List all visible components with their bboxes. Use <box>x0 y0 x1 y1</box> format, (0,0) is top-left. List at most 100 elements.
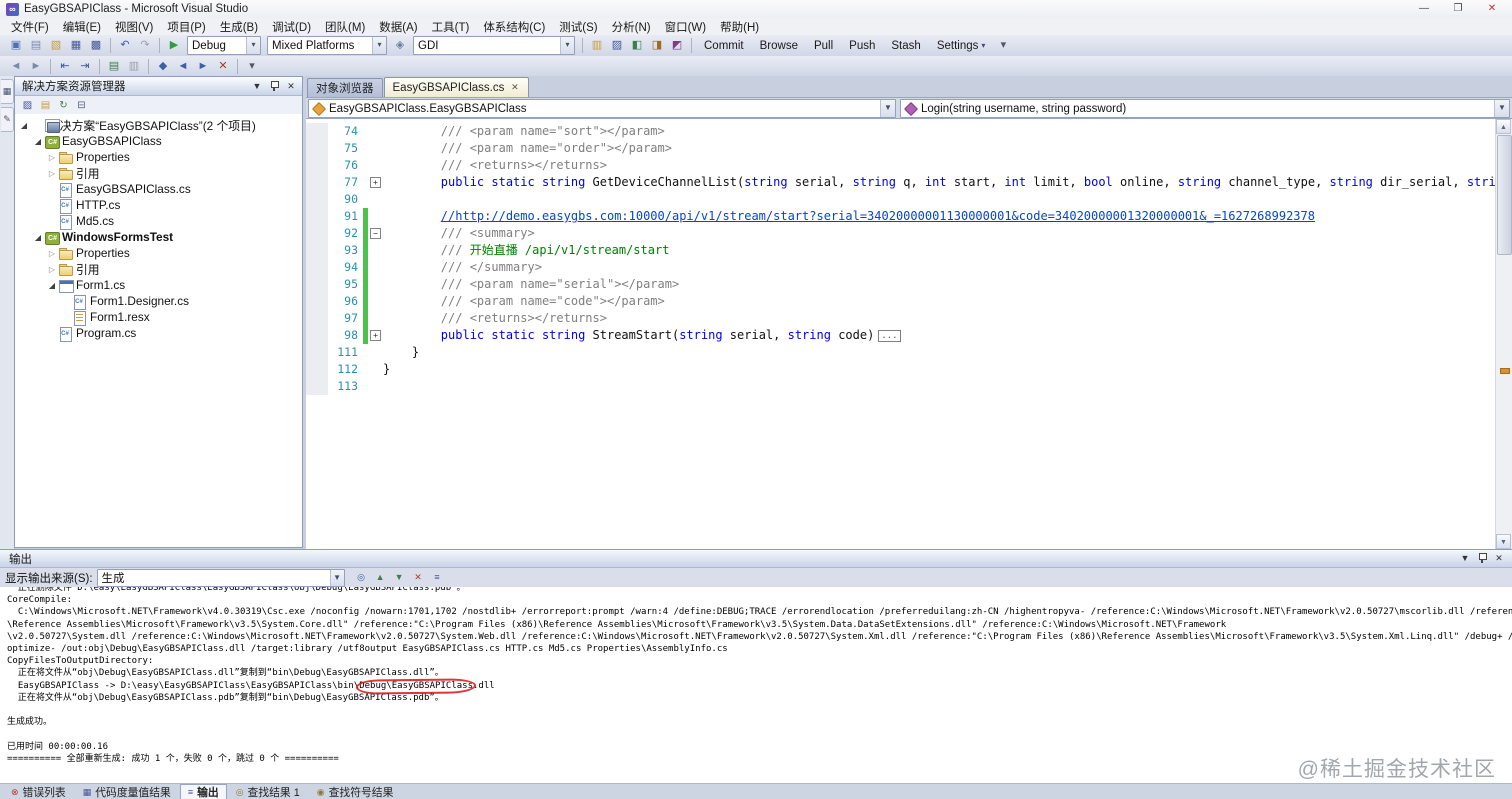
window-menu-icon[interactable]: ▼ <box>1458 552 1472 565</box>
outlining-margin[interactable]: − <box>368 225 383 242</box>
menu-item[interactable]: 调试(D) <box>265 18 318 36</box>
tree-item[interactable]: ▷Properties <box>15 245 302 261</box>
outlining-margin[interactable] <box>368 191 383 208</box>
object-browser-icon[interactable]: ◧ <box>628 37 646 54</box>
find-message-icon[interactable]: ◎ <box>353 570 370 585</box>
toggle-word-wrap-icon[interactable]: ≡ <box>429 570 446 585</box>
outlining-margin[interactable] <box>368 378 383 395</box>
comment-selection-icon[interactable]: ▤ <box>105 58 123 75</box>
properties-icon[interactable]: ▨ <box>19 98 36 113</box>
tree-item[interactable]: ▷引用 <box>15 165 302 181</box>
document-tab[interactable]: EasyGBSAPIClass.cs✕ <box>384 77 530 97</box>
menu-item[interactable]: 窗口(W) <box>658 18 714 36</box>
menu-item[interactable]: 团队(M) <box>318 18 372 36</box>
solution-explorer-header[interactable]: 解决方案资源管理器 ▼ ✕ <box>15 77 302 96</box>
code-text[interactable]: /// 开始直播 /api/v1/stream/start <box>383 242 1496 259</box>
indicator-margin[interactable] <box>306 344 328 361</box>
outlining-margin[interactable] <box>368 259 383 276</box>
git-settings-button[interactable]: Settings▾ <box>929 39 994 53</box>
expand-arrow-icon[interactable]: ▷ <box>46 265 58 274</box>
toolbox-tab[interactable]: ✎ <box>1 107 14 132</box>
tab-error-list[interactable]: ⊗错误列表 <box>3 784 74 799</box>
indicator-margin[interactable] <box>306 293 328 310</box>
code-text[interactable]: /// <param name="code"></param> <box>383 293 1496 310</box>
tab-output[interactable]: ≡输出 <box>180 784 227 799</box>
chevron-down-icon[interactable]: ▾ <box>372 37 386 54</box>
extension-icon[interactable]: ◩ <box>668 37 686 54</box>
chevron-down-icon[interactable]: ▼ <box>1494 100 1509 117</box>
indicator-margin[interactable] <box>306 123 328 140</box>
code-text[interactable]: public static string GetDeviceChannelLis… <box>383 174 1496 191</box>
collapse-arrow-icon[interactable]: ◢ <box>32 233 44 242</box>
chevron-down-icon[interactable]: ▾ <box>560 37 574 54</box>
solution-platforms-combo[interactable]: Mixed Platforms▾ <box>267 36 387 55</box>
add-item-icon[interactable]: ▤ <box>27 37 45 54</box>
clear-all-icon[interactable]: ✕ <box>410 570 427 585</box>
minimize-button[interactable]: — <box>1408 1 1440 18</box>
tree-item[interactable]: Program.cs <box>15 325 302 341</box>
chevron-down-icon[interactable]: ▼ <box>880 100 895 117</box>
output-source-combo[interactable]: 生成 ▼ <box>97 569 345 587</box>
outlining-margin[interactable] <box>368 157 383 174</box>
git-push-button[interactable]: Push <box>841 39 883 53</box>
tree-item[interactable]: ◢Form1.cs <box>15 277 302 293</box>
navigate-backward-icon[interactable]: ◄ <box>7 58 25 75</box>
tree-item[interactable]: ◢EasyGBSAPIClass <box>15 133 302 149</box>
tab-find-symbol-results[interactable]: ◉查找符号结果 <box>309 784 402 799</box>
menu-item[interactable]: 文件(F) <box>4 18 56 36</box>
auto-hide-pin-icon[interactable] <box>267 80 281 93</box>
new-project-icon[interactable]: ▣ <box>7 37 25 54</box>
save-icon[interactable]: ▦ <box>67 37 85 54</box>
menu-item[interactable]: 体系结构(C) <box>476 18 552 36</box>
code-text[interactable]: } <box>383 361 1496 378</box>
decrease-indent-icon[interactable]: ⇤ <box>56 58 74 75</box>
document-tab[interactable]: 对象浏览器 <box>307 78 383 97</box>
outlining-margin[interactable] <box>368 242 383 259</box>
refresh-icon[interactable]: ↻ <box>55 98 72 113</box>
outlining-margin[interactable]: + <box>368 327 383 344</box>
types-combo[interactable]: EasyGBSAPIClass.EasyGBSAPIClass ▼ <box>308 99 896 118</box>
collapsed-region-box[interactable]: ... <box>878 330 900 342</box>
editor-vertical-scrollbar[interactable]: ▲ ▼ <box>1495 119 1512 549</box>
code-text[interactable]: /// <returns></returns> <box>383 310 1496 327</box>
outlining-margin[interactable] <box>368 310 383 327</box>
previous-message-icon[interactable]: ▲ <box>372 570 389 585</box>
clear-bookmarks-icon[interactable]: ✕ <box>214 58 232 75</box>
indicator-margin[interactable] <box>306 174 328 191</box>
indicator-margin[interactable] <box>306 140 328 157</box>
code-text[interactable]: } <box>383 344 1496 361</box>
outlining-margin[interactable] <box>368 344 383 361</box>
indicator-margin[interactable] <box>306 310 328 327</box>
code-text[interactable] <box>383 378 1496 395</box>
tree-item[interactable]: HTTP.cs <box>15 197 302 213</box>
start-debug-icon[interactable]: ▶ <box>165 37 183 54</box>
indicator-margin[interactable] <box>306 361 328 378</box>
close-tab-icon[interactable]: ✕ <box>509 82 520 93</box>
scroll-up-icon[interactable]: ▲ <box>1496 119 1511 134</box>
outlining-margin[interactable] <box>368 123 383 140</box>
tree-item[interactable]: ▷Properties <box>15 149 302 165</box>
code-text[interactable]: /// <returns></returns> <box>383 157 1496 174</box>
indicator-margin[interactable] <box>306 242 328 259</box>
close-button[interactable]: ✕ <box>1476 1 1508 18</box>
outlining-margin[interactable] <box>368 276 383 293</box>
code-text[interactable]: /// <summary> <box>383 225 1496 242</box>
git-pull-button[interactable]: Pull <box>806 39 841 53</box>
outlining-margin[interactable] <box>368 208 383 225</box>
tab-code-metrics[interactable]: ▦代码度量值结果 <box>75 784 179 799</box>
close-panel-icon[interactable]: ✕ <box>284 80 298 93</box>
scroll-down-icon[interactable]: ▼ <box>1496 534 1511 549</box>
outlining-margin[interactable]: + <box>368 174 383 191</box>
title-bar[interactable]: ∞ EasyGBSAPIClass - Microsoft Visual Stu… <box>0 0 1512 19</box>
open-file-icon[interactable]: ▧ <box>47 37 65 54</box>
menu-item[interactable]: 编辑(E) <box>56 18 108 36</box>
git-stash-button[interactable]: Stash <box>883 39 928 53</box>
outlining-margin[interactable] <box>368 140 383 157</box>
indicator-margin[interactable] <box>306 327 328 344</box>
toolbar-options-icon[interactable]: ▾ <box>243 58 261 75</box>
menu-item[interactable]: 项目(P) <box>160 18 212 36</box>
menu-item[interactable]: 视图(V) <box>108 18 160 36</box>
git-commit-button[interactable]: Commit <box>696 39 752 53</box>
expand-arrow-icon[interactable]: ▷ <box>46 169 58 178</box>
indicator-margin[interactable] <box>306 157 328 174</box>
